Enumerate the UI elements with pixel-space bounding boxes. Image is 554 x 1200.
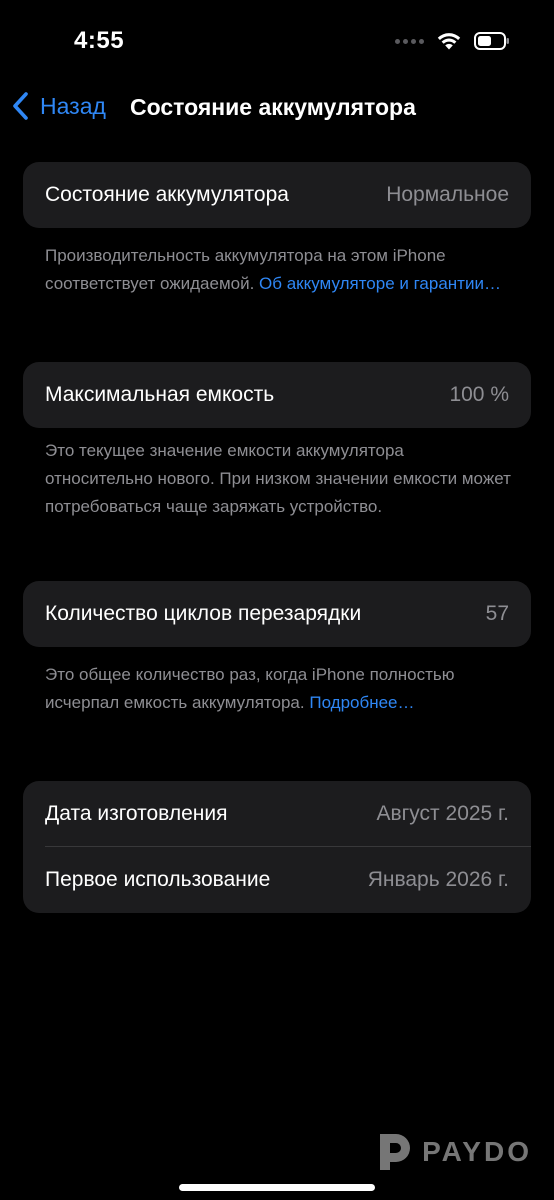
first-use-row: Первое использование Январь 2026 г. — [23, 847, 531, 913]
battery-health-label: Состояние аккумулятора — [45, 183, 289, 206]
manufacture-date-label: Дата изготовления — [45, 802, 228, 825]
paydo-wordmark: PAYDO — [422, 1136, 532, 1167]
maximum-capacity-note: Это текущее значение емкости аккумулятор… — [45, 441, 511, 516]
back-button[interactable]: Назад — [10, 90, 106, 122]
paydo-logo-icon — [380, 1134, 411, 1170]
cellular-signal-icon — [395, 38, 424, 44]
battery-dates-group: Дата изготовления Август 2025 г. Первое … — [23, 781, 531, 913]
home-indicator[interactable] — [179, 1184, 375, 1191]
paydo-watermark: PAYDO — [372, 1130, 532, 1174]
cycle-count-label: Количество циклов перезарядки — [45, 602, 362, 625]
cycle-count-row: Количество циклов перезарядки 57 — [23, 581, 531, 647]
learn-more-link[interactable]: Подробнее… — [309, 693, 414, 712]
chevron-left-icon — [13, 92, 28, 120]
manufacture-date-value: Август 2025 г. — [376, 802, 509, 825]
battery-health-value: Нормальное — [386, 183, 509, 206]
battery-warranty-link[interactable]: Об аккумуляторе и гарантии… — [259, 274, 501, 293]
status-time: 4:55 — [74, 27, 125, 54]
maximum-capacity-label: Максимальная емкость — [45, 383, 275, 406]
maximum-capacity-group: Максимальная емкость 100 % — [23, 362, 531, 428]
first-use-label: Первое использование — [45, 868, 271, 891]
back-label: Назад — [40, 92, 106, 119]
battery-health-group: Состояние аккумулятора Нормальное — [23, 162, 531, 228]
battery-icon — [474, 32, 509, 50]
status-bar: 4:55 — [0, 0, 554, 84]
cycle-count-value: 57 — [485, 602, 509, 625]
battery-health-row: Состояние аккумулятора Нормальное — [23, 162, 531, 228]
wifi-icon — [437, 33, 461, 50]
maximum-capacity-value: 100 % — [449, 383, 509, 406]
cycle-count-footnote: Это общее количество раз, когда iPhone п… — [45, 661, 515, 717]
maximum-capacity-row: Максимальная емкость 100 % — [23, 362, 531, 428]
page-title: Состояние аккумулятора — [130, 94, 416, 120]
navigation-bar: Назад Состояние аккумулятора — [0, 84, 554, 132]
first-use-value: Январь 2026 г. — [367, 868, 509, 891]
battery-health-footnote: Производительность аккумулятора на этом … — [45, 242, 515, 298]
manufacture-date-row: Дата изготовления Август 2025 г. — [23, 781, 531, 847]
status-indicators — [395, 31, 510, 51]
cycle-count-group: Количество циклов перезарядки 57 — [23, 581, 531, 647]
maximum-capacity-footnote: Это текущее значение емкости аккумулятор… — [45, 437, 515, 521]
